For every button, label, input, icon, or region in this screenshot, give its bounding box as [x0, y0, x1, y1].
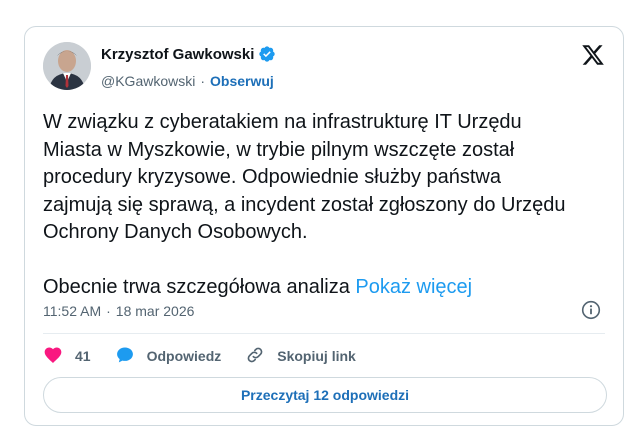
tweet-card: Krzysztof Gawkowski @KGawkowski · Obserw… — [24, 26, 624, 426]
link-icon — [245, 345, 265, 368]
author-handle[interactable]: @KGawkowski — [101, 73, 195, 89]
follow-button[interactable]: Obserwuj — [210, 73, 274, 89]
tweet-actions: 41 Odpowiedz Skopiuj link — [43, 345, 380, 367]
tweet-text: W związku z cyberatakiem na infrastruktu… — [43, 109, 613, 302]
tweet-date: 18 mar 2026 — [115, 303, 195, 319]
divider — [43, 333, 605, 334]
likes-count: 41 — [75, 348, 91, 364]
reply-label: Odpowiedz — [146, 348, 222, 364]
read-replies-button[interactable]: Przeczytaj 12 odpowiedzi — [43, 377, 607, 413]
like-button[interactable]: 41 — [43, 345, 91, 368]
copy-link-button[interactable]: Skopiuj link — [245, 345, 356, 368]
copy-link-label: Skopiuj link — [277, 348, 356, 364]
show-more-link[interactable]: Pokaż więcej — [355, 276, 472, 298]
separator-dot: · — [200, 73, 206, 89]
heart-icon — [43, 345, 63, 368]
tweet-time: 11:52 AM — [43, 303, 102, 319]
date-separator: · — [106, 303, 111, 319]
x-logo-icon[interactable] — [581, 43, 605, 67]
reply-icon — [115, 345, 135, 368]
avatar[interactable] — [43, 42, 91, 90]
reply-button[interactable]: Odpowiedz — [115, 345, 222, 368]
author-handle-row: @KGawkowski · Obserwuj — [101, 73, 274, 89]
author-name[interactable]: Krzysztof Gawkowski — [101, 46, 254, 63]
info-icon[interactable] — [581, 300, 601, 320]
tweet-timestamp[interactable]: 11:52 AM · 18 mar 2026 — [43, 303, 194, 319]
verified-icon — [258, 45, 276, 63]
tweet-body: W związku z cyberatakiem na infrastruktu… — [43, 111, 566, 298]
author-name-row: Krzysztof Gawkowski — [101, 45, 276, 63]
